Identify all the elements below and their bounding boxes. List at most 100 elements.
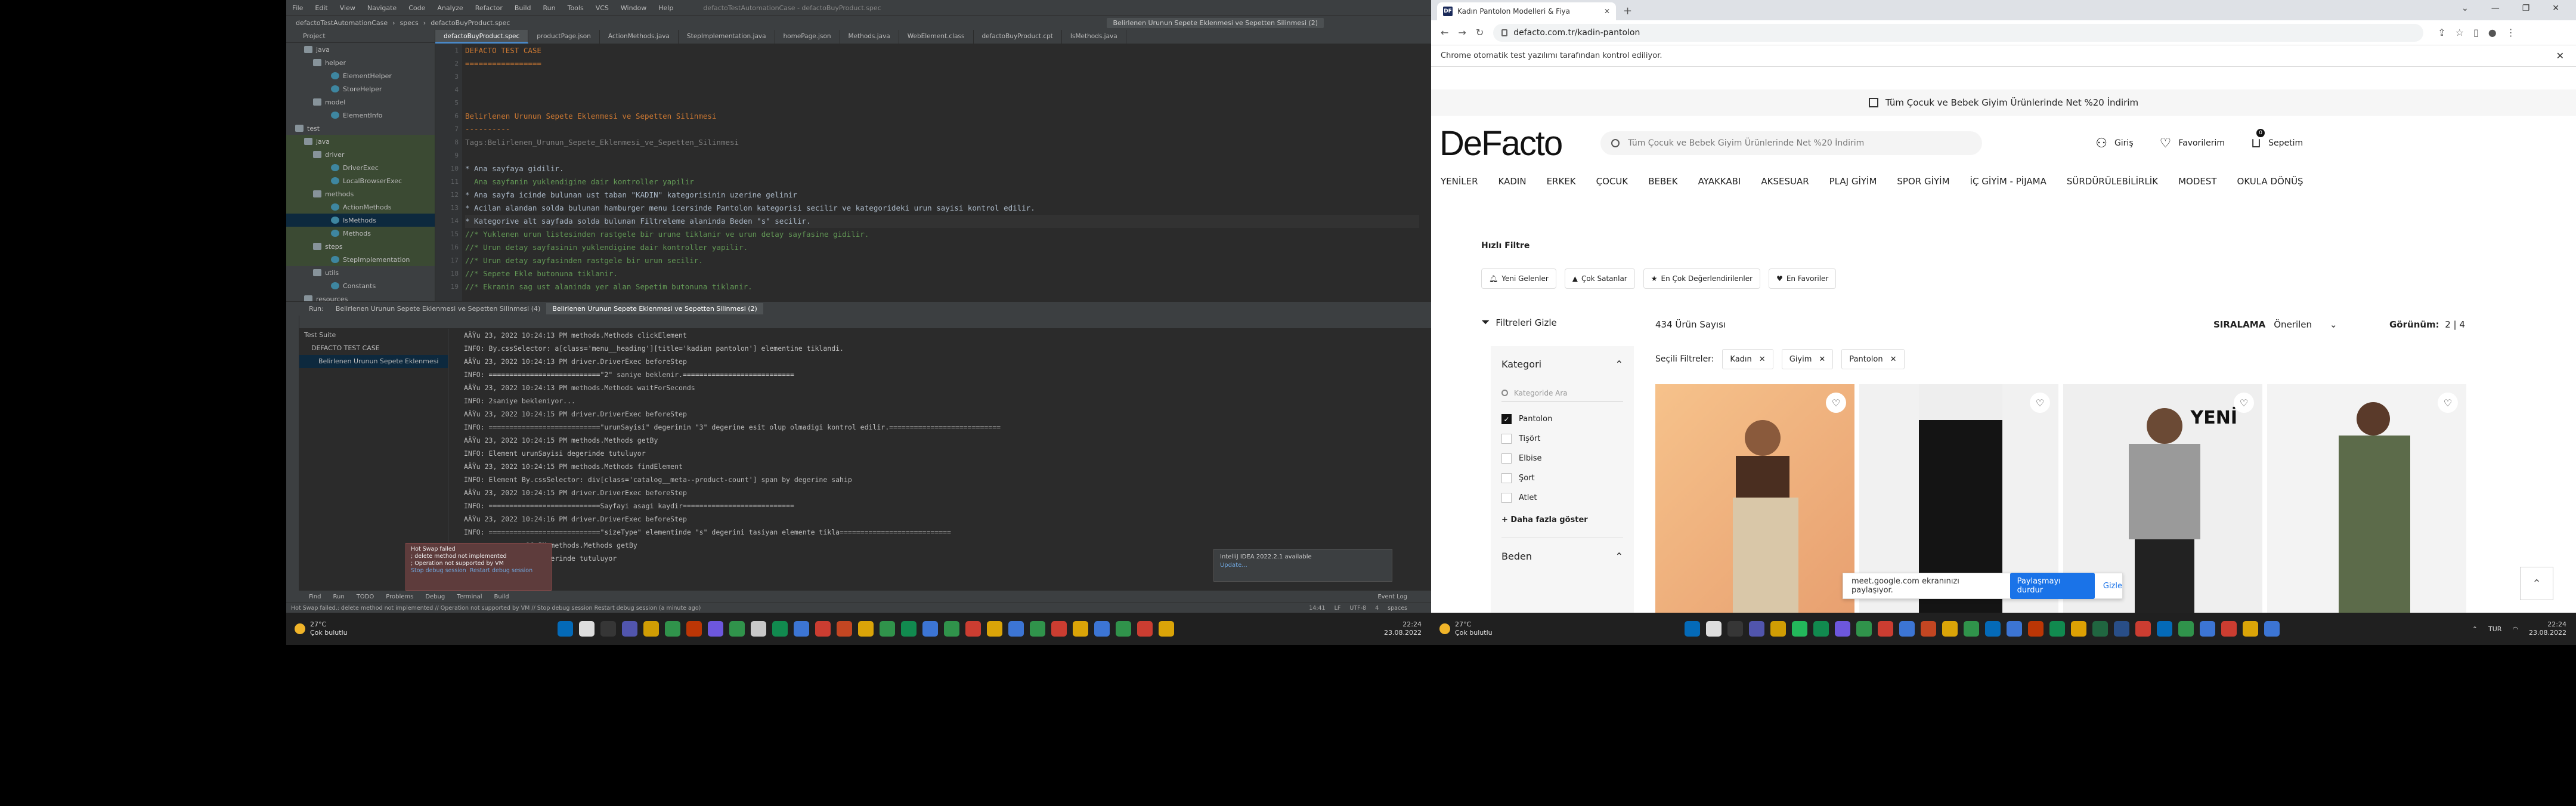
nav-item[interactable]: ÇOCUK — [1596, 176, 1628, 187]
login-link[interactable]: ⚇ Giriş — [2095, 136, 2133, 151]
menu-item-navigate[interactable]: Navigate — [361, 4, 402, 12]
taskbar-app-icon[interactable] — [1813, 621, 1829, 637]
quick-filter-top-rated[interactable]: ★ En Çok Değerlendirilenler — [1643, 268, 1761, 289]
project-tree-item[interactable]: java — [286, 43, 435, 56]
taskbar-app-icon[interactable] — [1706, 621, 1722, 637]
taskbar-app-icon[interactable] — [986, 621, 1002, 637]
weather-widget[interactable]: 27°C Çok bulutlu — [295, 620, 348, 637]
project-tree-item[interactable]: resources — [286, 292, 435, 301]
taskbar-app-icon[interactable] — [1856, 621, 1872, 637]
nav-item[interactable]: AKSESUAR — [1761, 176, 1809, 187]
taskbar-app-icon[interactable] — [900, 621, 917, 637]
clock[interactable]: 22:24 23.08.2022 — [2529, 620, 2566, 637]
taskbar-app-icon[interactable] — [1029, 621, 1045, 637]
clock[interactable]: 22:24 23.08.2022 — [1384, 620, 1422, 637]
taskbar-app-icon[interactable] — [2092, 621, 2109, 637]
checkbox[interactable] — [1501, 434, 1512, 444]
taskbar-app-icon[interactable] — [1685, 621, 1701, 637]
bottom-tab[interactable]: Terminal — [451, 594, 488, 600]
category-option[interactable]: Elbise — [1491, 449, 1634, 468]
close-infobar-icon[interactable]: ✕ — [2556, 50, 2564, 61]
project-tree-item[interactable]: StepImplementation — [286, 253, 435, 266]
taskbar-app-icon[interactable] — [943, 621, 959, 637]
test-tree-item[interactable]: DEFACTO TEST CASE — [299, 342, 448, 355]
wifi-icon[interactable]: ◠ — [2512, 625, 2518, 633]
menu-item-file[interactable]: File — [286, 4, 309, 12]
menu-item-analyze[interactable]: Analyze — [431, 4, 469, 12]
taskbar-app-icon[interactable] — [1094, 621, 1110, 637]
bottom-tab[interactable]: Debug — [419, 594, 451, 600]
run-tab[interactable]: Belirlenen Urunun Sepete Eklenmesi ve Se… — [546, 303, 763, 314]
category-search-input[interactable]: Kategoride Ara — [1501, 384, 1623, 402]
hide-share-bar-button[interactable]: Gizle — [2103, 582, 2122, 591]
sort-dropdown[interactable]: SIRALAMA Önerilen ⌄ — [2213, 319, 2337, 330]
stop-debug-session-link[interactable]: Stop debug session — [411, 567, 466, 574]
taskbar-app-icon[interactable] — [1899, 621, 1915, 637]
promo-banner[interactable]: Tüm Çocuk ve Bebek Giyim Ürünlerinde Net… — [1431, 89, 2576, 116]
menu-item-help[interactable]: Help — [652, 4, 679, 12]
category-option[interactable]: ✓ Pantolon — [1491, 409, 1634, 429]
reload-icon[interactable]: ↻ — [1476, 27, 1484, 38]
taskbar-app-icon[interactable] — [2007, 621, 2023, 637]
menu-item-vcs[interactable]: VCS — [590, 4, 615, 12]
nav-item[interactable]: MODEST — [2178, 176, 2216, 187]
taskbar-app-icon[interactable] — [621, 621, 637, 637]
taskbar-app-icon[interactable] — [557, 621, 573, 637]
taskbar-app-icon[interactable] — [750, 621, 766, 637]
favorite-heart-icon[interactable]: ♡ — [2030, 393, 2050, 413]
site-search-input[interactable]: Tüm Çocuk ve Bebek Giyim Ürünlerinde Net… — [1600, 131, 1983, 155]
taskbar-app-icon[interactable] — [2264, 621, 2280, 637]
taskbar-app-icon[interactable] — [1727, 621, 1744, 637]
project-tree-item[interactable]: test — [286, 122, 435, 135]
taskbar-app-icon[interactable] — [1051, 621, 1067, 637]
taskbar-app-icon[interactable] — [1942, 621, 1958, 637]
nav-item[interactable]: SÜRDÜRÜLEBİLİRLİK — [2067, 176, 2158, 187]
checkbox[interactable] — [1501, 453, 1512, 464]
share-icon[interactable]: ⇪ — [2438, 27, 2445, 38]
menu-item-build[interactable]: Build — [509, 4, 537, 12]
menu-item-window[interactable]: Window — [615, 4, 652, 12]
update-link[interactable]: Update... — [1220, 561, 1386, 570]
filter-chip[interactable]: Giyim ✕ — [1781, 349, 1834, 369]
editor-tab[interactable]: IsMethods.java — [1062, 30, 1126, 44]
language-indicator[interactable]: TUR — [2488, 625, 2501, 633]
project-tree-item[interactable]: driver — [286, 148, 435, 161]
event-log-tab[interactable]: Event Log — [1371, 594, 1413, 600]
nav-item[interactable]: İÇ GİYİM - PİJAMA — [1970, 176, 2046, 187]
bookmark-star-icon[interactable]: ☆ — [2456, 27, 2464, 38]
project-tree-item[interactable]: ElementHelper — [286, 69, 435, 82]
editor-tab[interactable]: WebElement.class — [899, 30, 974, 44]
project-panel-header[interactable]: Project — [286, 30, 435, 43]
taskbar-app-icon[interactable] — [729, 621, 745, 637]
taskbar-app-icon[interactable] — [1072, 621, 1088, 637]
editor-tab[interactable]: defactoBuyProduct.cpt — [974, 30, 1062, 44]
taskbar-app-icon[interactable] — [2178, 621, 2194, 637]
product-card[interactable]: ♡ — [2267, 384, 2466, 613]
taskbar-app-icon[interactable] — [965, 621, 981, 637]
nav-item[interactable]: OKULA DÖNÜŞ — [2237, 176, 2303, 187]
taskbar-app-icon[interactable] — [2200, 621, 2216, 637]
taskbar-app-icon[interactable] — [1878, 621, 1894, 637]
weather-widget[interactable]: 27°C Çok bulutlu — [1439, 620, 1493, 637]
taskbar-app-icon[interactable] — [707, 621, 723, 637]
taskbar-app-icon[interactable] — [686, 621, 702, 637]
run-tab[interactable]: Belirlenen Urunun Sepete Eklenmesi ve Se… — [330, 303, 547, 314]
new-tab-icon[interactable]: + — [1623, 5, 1632, 17]
taskbar-app-icon[interactable] — [793, 621, 809, 637]
category-option[interactable]: Tişört — [1491, 429, 1634, 449]
test-tree-item[interactable]: Test Suite — [299, 329, 448, 342]
project-tree-item[interactable]: methods — [286, 187, 435, 200]
run-tab[interactable]: Run: — [303, 303, 330, 314]
taskbar-app-icon[interactable] — [1749, 621, 1765, 637]
taskbar-app-icon[interactable] — [2114, 621, 2130, 637]
back-icon[interactable]: ← — [1441, 27, 1448, 38]
project-tree-item[interactable]: java — [286, 135, 435, 148]
category-option[interactable]: Atlet — [1491, 488, 1634, 508]
taskbar-app-icon[interactable] — [836, 621, 852, 637]
project-tree-item[interactable]: utils — [286, 266, 435, 279]
taskbar-app-icon[interactable] — [2135, 621, 2151, 637]
taskbar-app-icon[interactable] — [1137, 621, 1153, 637]
nav-item[interactable]: PLAJ GİYİM — [1829, 176, 1877, 187]
menu-item-edit[interactable]: Edit — [309, 4, 333, 12]
taskbar-app-icon[interactable] — [2243, 621, 2259, 637]
